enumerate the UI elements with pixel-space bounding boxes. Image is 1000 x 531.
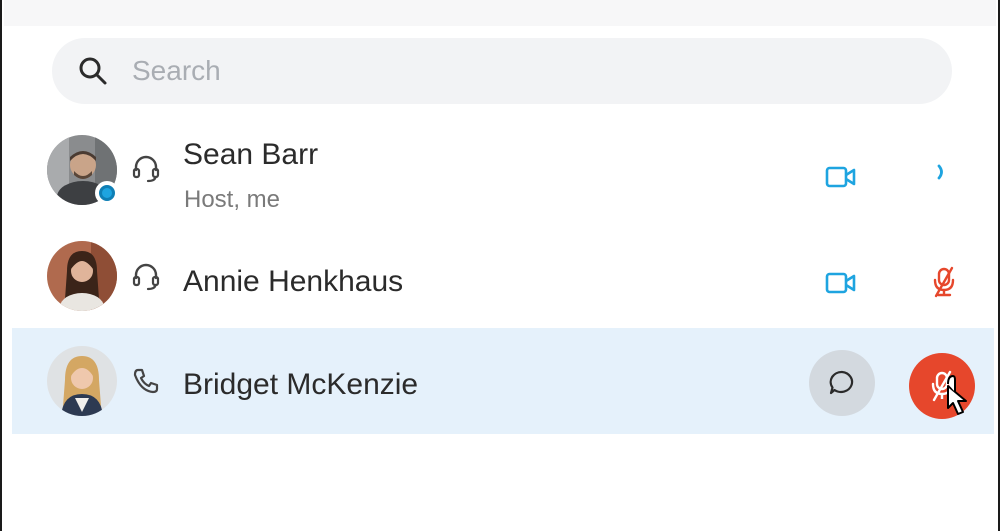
video-camera-icon[interactable] [823,159,859,195]
presence-dot [99,185,115,201]
participant-role: Host, me [184,186,281,213]
avatar[interactable] [47,241,117,311]
participant-row-annie-henkhaus[interactable]: Annie Henkhaus [12,226,994,326]
headset-icon [130,260,162,292]
participant-name: Annie Henkhaus [183,265,404,298]
search-icon [78,56,108,86]
participant-name: Sean Barr [183,138,319,171]
participant-row-sean-barr[interactable]: Sean Barr Host, me [12,126,994,226]
chat-button[interactable] [809,350,875,416]
search-input[interactable] [130,54,834,88]
speaker-icon[interactable] [925,154,961,190]
search-bar[interactable] [52,38,952,104]
headset-icon [130,152,162,184]
microphone-muted-icon[interactable] [926,264,962,300]
participant-name: Bridget McKenzie [183,368,419,401]
phone-icon [130,365,162,397]
participant-row-bridget-mckenzie[interactable]: Bridget McKenzie [12,328,994,434]
chat-bubble-icon [827,368,857,398]
microphone-muted-icon [930,370,954,402]
panel-header-strip [4,0,996,26]
mute-participant-button[interactable] [909,353,975,419]
participants-panel: Sean Barr Host, me [0,0,1000,531]
video-camera-icon[interactable] [823,265,859,301]
presence-badge [95,181,119,205]
avatar[interactable] [47,346,117,416]
